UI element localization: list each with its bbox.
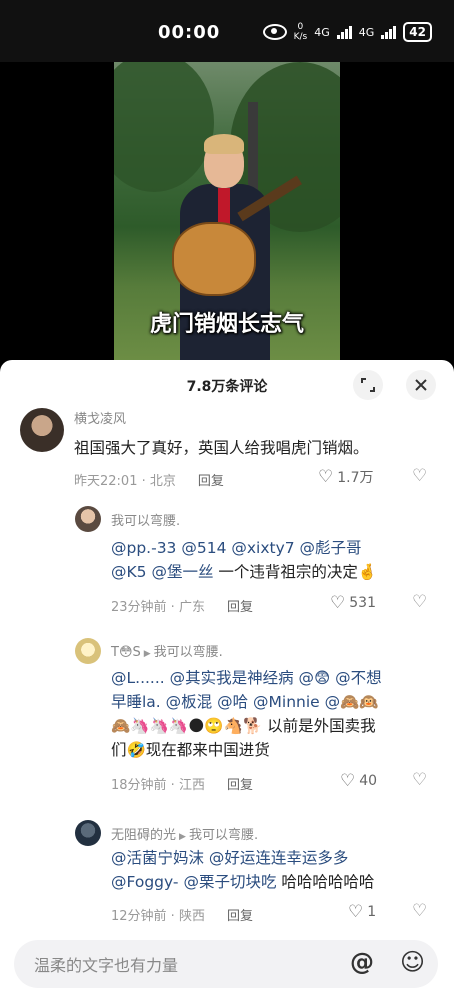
comment-text: @pp.-33 @514 @xixty7 @彪子哥 @K5 @堡一丝 一个违背祖…	[111, 536, 441, 584]
signal-label-2: 4G	[358, 25, 375, 39]
comment-author[interactable]: 无阻碍的光	[111, 828, 176, 843]
comment-location: 广东	[178, 600, 205, 615]
signal-bars-icon	[381, 25, 397, 39]
comment-location: 北京	[149, 474, 176, 489]
status-time: 00:00	[158, 22, 221, 43]
like-count: 40	[359, 773, 378, 789]
expand-button[interactable]	[353, 370, 383, 400]
avatar[interactable]	[75, 506, 101, 532]
person-hair	[204, 134, 244, 154]
status-icons: 0 K/s 4G 4G 42	[262, 22, 432, 42]
mentions[interactable]: @pp.-33 @514 @xixty7 @彪子哥	[111, 539, 362, 557]
like-button[interactable]: ♡ 1.7万	[318, 467, 374, 487]
tree-shape	[114, 62, 214, 192]
comment-meta: 23分钟前 · 广东 回复	[111, 600, 253, 615]
broken-heart-icon[interactable]: ♡	[412, 466, 427, 486]
comment-text-rest: 哈哈哈哈哈哈	[276, 873, 375, 891]
net-speed: 0 K/s	[294, 22, 308, 42]
heart-icon: ♡	[348, 902, 364, 922]
battery-icon: 42	[403, 22, 432, 42]
close-button[interactable]	[406, 370, 436, 400]
heart-icon: ♡	[318, 467, 334, 487]
reply-button[interactable]: 回复	[227, 600, 253, 615]
comment-text-rest: 一个违背祖宗的决定🤞	[213, 563, 378, 581]
comment-time: 12分钟前	[111, 909, 167, 924]
net-speed-value: 0	[297, 22, 304, 32]
like-count: 1.7万	[337, 470, 374, 486]
comment-sheet: 7.8万条评论 横戈凌风 祖国强大了真好，英国人给我唱虎门销烟。 昨天22:01…	[0, 360, 454, 1000]
comment-meta: 18分钟前 · 江西 回复	[111, 778, 253, 793]
comment-line: 🙈🦄🦄🦄🌑🙄🐴🐕 以前是外国卖我	[111, 717, 376, 735]
comment-time: 18分钟前	[111, 778, 167, 793]
video-frame[interactable]: 虎门销烟长志气	[114, 62, 340, 362]
broken-heart-icon[interactable]: ♡	[412, 592, 427, 612]
avatar[interactable]	[75, 820, 101, 846]
eye-icon	[262, 24, 287, 40]
reply-to-author[interactable]: 我可以弯腰.	[189, 828, 258, 843]
comment-text: 祖国强大了真好，英国人给我唱虎门销烟。	[74, 439, 369, 457]
signal-bars-icon	[336, 25, 352, 39]
comment-meta: 12分钟前 · 陕西 回复	[111, 909, 253, 924]
broken-heart-icon[interactable]: ♡	[412, 770, 427, 790]
comment-input[interactable]	[32, 950, 336, 980]
comment-author-line: T😳S ▶ 我可以弯腰.	[111, 641, 223, 660]
mentions[interactable]: @K5 @堡一丝	[111, 563, 213, 581]
comment-line: @活菌宁妈沫 @好运连连幸运多多	[111, 849, 349, 867]
comment-location: 陕西	[178, 909, 205, 924]
comment-time: 23分钟前	[111, 600, 167, 615]
reply-button[interactable]: 回复	[227, 909, 253, 924]
broken-heart-icon[interactable]: ♡	[412, 901, 427, 921]
comment-meta: 昨天22:01 · 北京 回复	[74, 474, 224, 489]
status-bar: 00:00 0 K/s 4G 4G 42	[0, 0, 454, 62]
comment-author-line: 无阻碍的光 ▶ 我可以弯腰.	[111, 824, 258, 843]
comment-author[interactable]: 我可以弯腰.	[111, 510, 180, 529]
heart-icon: ♡	[340, 771, 356, 791]
comment-line: 早睡la. @板混 @哈 @Minnie @🙈🙉	[111, 693, 379, 711]
comment-author[interactable]: T😳S	[111, 645, 141, 660]
reply-arrow-icon: ▶	[143, 649, 151, 659]
like-button[interactable]: ♡ 531	[330, 593, 376, 613]
reply-button[interactable]: 回复	[227, 778, 253, 793]
comment-input-bar: @ ☺	[14, 940, 438, 988]
like-count: 531	[349, 595, 376, 611]
avatar[interactable]	[75, 638, 101, 664]
comment-count-title: 7.8万条评论	[186, 379, 268, 395]
signal-label-1: 4G	[314, 25, 330, 39]
reply-button[interactable]: 回复	[198, 474, 224, 489]
heart-icon: ♡	[330, 593, 346, 613]
guitar	[172, 222, 256, 296]
reply-to-author[interactable]: 我可以弯腰.	[154, 645, 223, 660]
comment-text: @活菌宁妈沫 @好运连连幸运多多 @Foggy- @栗子切块吃 哈哈哈哈哈哈	[111, 846, 446, 894]
expand-icon	[361, 378, 375, 392]
net-speed-unit: K/s	[293, 32, 308, 42]
comment-line: @L...... @其实我是神经病 @😨 @不想	[111, 669, 382, 687]
comment-location: 江西	[178, 778, 205, 793]
video-player[interactable]: 虎门销烟长志气	[0, 62, 454, 362]
like-count: 1	[367, 904, 377, 920]
comment-line: 们🤣现在都来中国进货	[111, 741, 270, 759]
mentions[interactable]: @Foggy- @栗子切块吃	[111, 873, 276, 891]
reply-arrow-icon: ▶	[179, 832, 186, 842]
comment-text: @L...... @其实我是神经病 @😨 @不想 早睡la. @板混 @哈 @M…	[111, 666, 446, 762]
avatar[interactable]	[20, 408, 64, 452]
comment-author[interactable]: 横戈凌风	[74, 408, 126, 427]
close-icon	[415, 379, 427, 391]
like-button[interactable]: ♡ 1	[348, 902, 376, 922]
like-button[interactable]: ♡ 40	[340, 771, 377, 791]
video-subtitle: 虎门销烟长志气	[149, 312, 304, 337]
comment-time: 昨天22:01	[74, 474, 138, 489]
at-icon[interactable]: @	[350, 948, 374, 976]
emoji-icon[interactable]: ☺	[400, 948, 425, 976]
